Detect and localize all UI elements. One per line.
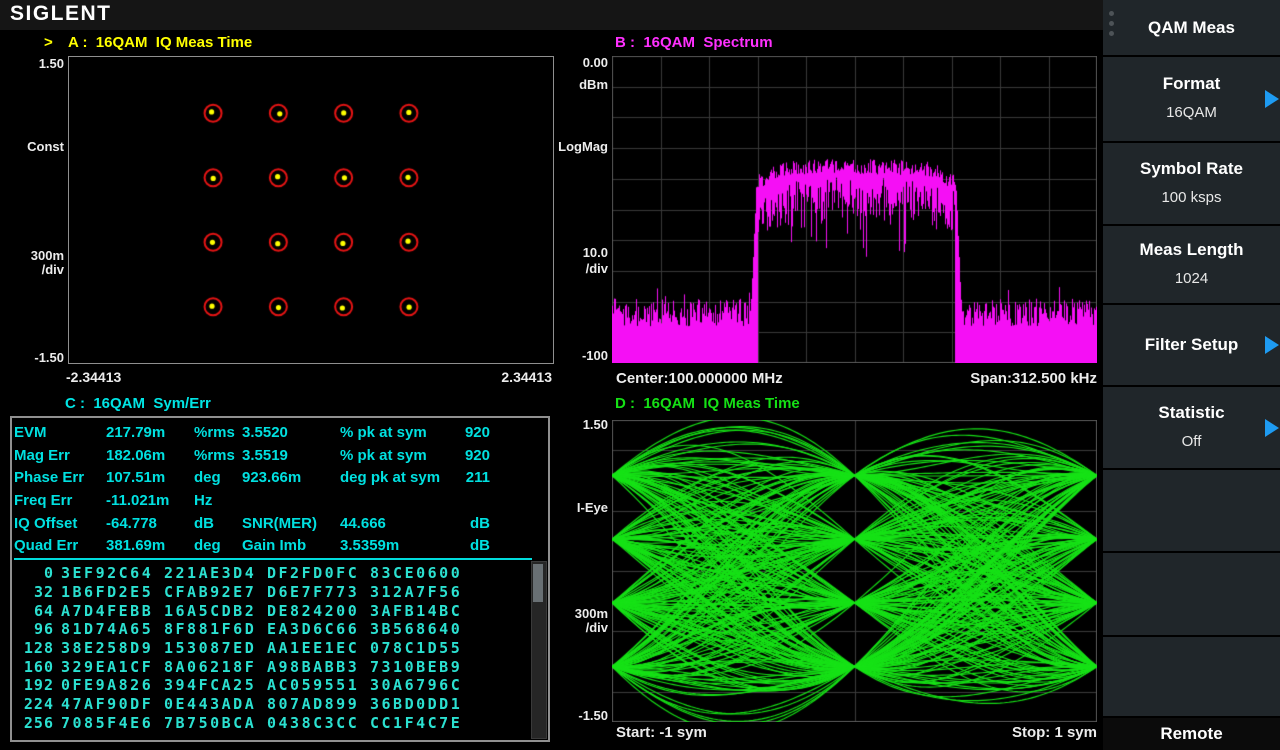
b-y-div2-label: /div (548, 261, 608, 276)
b-center-freq-label: Center:100.000000 MHz (616, 370, 783, 387)
eye-diagram-canvas (612, 420, 1097, 722)
quad-b-title[interactable]: B : 16QAM Spectrum (615, 34, 773, 51)
softkey-blank-2 (1103, 553, 1280, 635)
meas-table: EVM217.79m%rms3.5520% pk at sym920Mag Er… (14, 424, 490, 560)
softkey-format-label: Format (1163, 73, 1221, 95)
softkey-blank-1 (1103, 470, 1280, 551)
hex-row: 12838E258D9153087EDAA1EE1EC078C1D55 (14, 639, 466, 658)
hex-row: 03EF92C64221AE3D4DF2FD0FC83CE0600 (14, 564, 466, 583)
siglent-logo: SIGLENT (10, 2, 112, 26)
hex-row: 2567085F4E67B750BCA0438C3CCCC1F4C7E (14, 714, 466, 733)
b-y-div-label: 10.0 (548, 245, 608, 260)
d-y-name-label: I-Eye (548, 500, 608, 515)
quad-d-title[interactable]: D : 16QAM IQ Meas Time (615, 395, 800, 412)
submenu-arrow-icon (1265, 90, 1279, 108)
spectrum-canvas (612, 56, 1097, 363)
d-start-label: Start: -1 sym (616, 724, 707, 741)
hex-row: 9681D74A658F881F6DEA3D6C663B568640 (14, 620, 466, 639)
meas-row: Quad Err381.69mdegGain Imb3.5359mdB (14, 537, 490, 560)
softkey-symbol-rate[interactable]: Symbol Rate 100 ksps (1103, 143, 1280, 224)
softkey-menu: QAM Meas Format 16QAM Symbol Rate 100 ks… (1103, 0, 1280, 750)
hex-row: 321B6FD2E5CFAB92E7D6E7F773312A7F56 (14, 583, 466, 602)
menu-header-label: QAM Meas (1148, 17, 1235, 39)
grip-dots-icon (1109, 11, 1114, 36)
active-trace-marker: > (44, 34, 53, 51)
hex-scrollbar-thumb[interactable] (533, 564, 543, 602)
quad-c-title[interactable]: C : 16QAM Sym/Err (65, 395, 211, 412)
a-y-div2-label: /div (4, 262, 64, 277)
d-y-div-label: 300m (548, 606, 608, 621)
meas-row: IQ Offset-64.778dBSNR(MER)44.666dB (14, 515, 490, 538)
b-y-bottom-label: -100 (548, 348, 608, 363)
b-y-top-label: 0.00 (548, 55, 608, 70)
remote-button[interactable]: Remote (1103, 718, 1280, 750)
softkey-format-value: 16QAM (1166, 101, 1217, 125)
hex-row: 64A7D4FEBB16A5CDB2DE8242003AFB14BC (14, 601, 466, 620)
spectrum-plot (612, 56, 1097, 363)
sym-err-box: EVM217.79m%rms3.5520% pk at sym920Mag Er… (10, 416, 550, 742)
b-y-name-label: LogMag (548, 139, 608, 154)
meas-row: Mag Err182.06m%rms3.5519% pk at sym920 (14, 447, 490, 470)
softkey-filter-setup[interactable]: Filter Setup (1103, 305, 1280, 385)
hex-row: 22447AF90DF0E443ADA807AD89936BD0DD1 (14, 695, 466, 714)
vsa-screen: SIGLENT > A : 16QAM IQ Meas Time 1.50 Co… (0, 0, 1280, 750)
meas-row: Freq Err-11.021mHz (14, 492, 490, 515)
eye-diagram-plot (612, 420, 1097, 722)
hex-scrollbar-track[interactable] (531, 561, 547, 739)
a-x-right-label: 2.34413 (402, 369, 552, 385)
a-y-div-label: 300m (4, 248, 64, 263)
softkey-meas-length[interactable]: Meas Length 1024 (1103, 226, 1280, 303)
hex-row: 160329EA1CF8A06218FA98BABB37310BEB9 (14, 657, 466, 676)
d-y-bottom-label: -1.50 (548, 708, 608, 723)
constellation-plot (68, 56, 554, 364)
a-x-left-label: -2.34413 (66, 369, 121, 385)
a-y-top-label: 1.50 (4, 56, 64, 71)
hex-row: 1920FE9A826394FCA25AC05955130A6796C (14, 676, 466, 695)
quad-a-title[interactable]: A : 16QAM IQ Meas Time (68, 34, 252, 51)
submenu-arrow-icon (1265, 336, 1279, 354)
softkey-format[interactable]: Format 16QAM (1103, 57, 1280, 141)
softkey-meas-length-value: 1024 (1175, 267, 1208, 291)
a-y-bottom-label: -1.50 (4, 350, 64, 365)
top-bar: SIGLENT (0, 0, 1103, 30)
meas-row: EVM217.79m%rms3.5520% pk at sym920 (14, 424, 490, 447)
softkey-symbol-rate-label: Symbol Rate (1140, 158, 1243, 180)
d-stop-label: Stop: 1 sym (947, 724, 1097, 741)
softkey-statistic[interactable]: Statistic Off (1103, 387, 1280, 468)
table-separator (14, 558, 532, 560)
submenu-arrow-icon (1265, 419, 1279, 437)
meas-row: Phase Err107.51mdeg923.66mdeg pk at sym2… (14, 469, 490, 492)
softkey-statistic-value: Off (1182, 430, 1202, 454)
d-y-top-label: 1.50 (548, 417, 608, 432)
d-y-div2-label: /div (548, 620, 608, 635)
a-y-name-label: Const (4, 139, 64, 154)
softkey-symbol-rate-value: 100 ksps (1161, 186, 1221, 210)
hex-symbol-table: 03EF92C64221AE3D4DF2FD0FC83CE0600321B6FD… (14, 564, 466, 732)
softkey-meas-length-label: Meas Length (1140, 239, 1244, 261)
softkey-filter-setup-label: Filter Setup (1145, 334, 1239, 356)
menu-header-qam-meas: QAM Meas (1103, 0, 1280, 55)
b-span-label: Span:312.500 kHz (947, 370, 1097, 387)
softkey-blank-3 (1103, 637, 1280, 716)
softkey-statistic-label: Statistic (1158, 402, 1224, 424)
b-y-unit-label: dBm (548, 77, 608, 92)
constellation-canvas (69, 57, 553, 363)
